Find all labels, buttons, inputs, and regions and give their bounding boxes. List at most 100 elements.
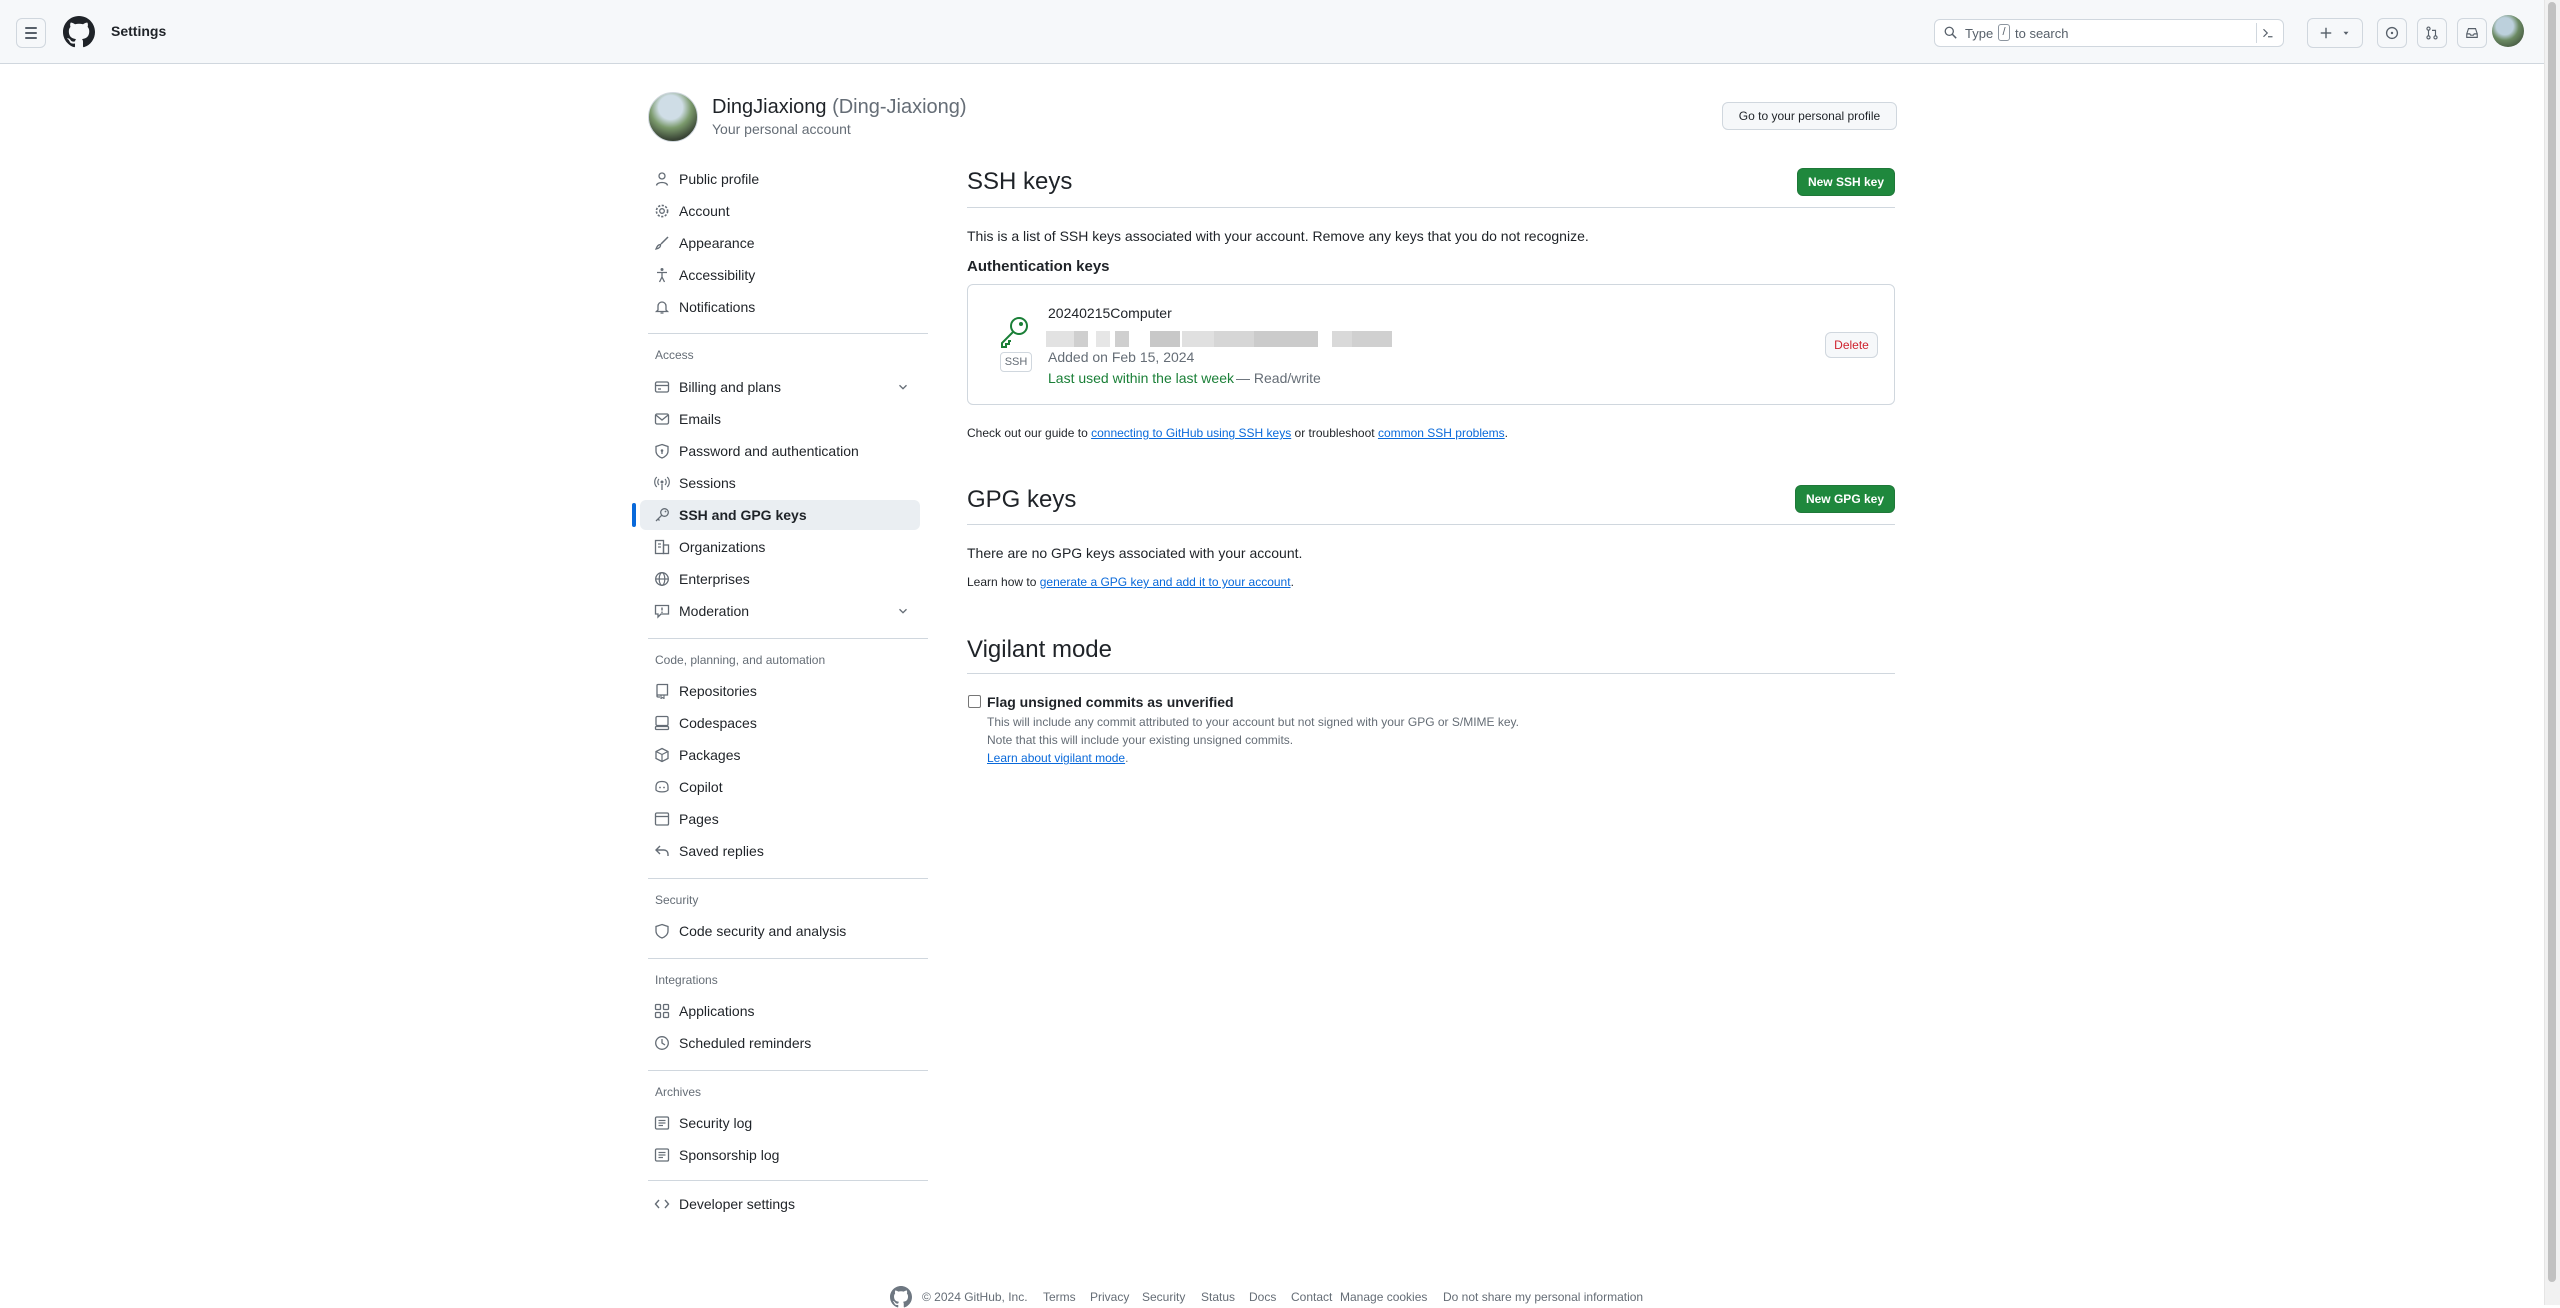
- search-input[interactable]: Type / to search: [1934, 19, 2284, 47]
- scrollbar-thumb[interactable]: [2548, 2, 2556, 1282]
- vigilant-learn: Learn about vigilant mode.: [987, 751, 1128, 765]
- mail-icon: [654, 413, 670, 425]
- sidebar-heading-archives: Archives: [655, 1085, 702, 1099]
- issues-button[interactable]: [2377, 18, 2407, 48]
- sidebar-item-label: Moderation: [679, 603, 750, 619]
- sidebar-item-appearance[interactable]: Appearance: [640, 228, 920, 258]
- sidebar-item-label: Account: [679, 203, 730, 219]
- person-icon: [655, 172, 669, 186]
- package-icon: [655, 747, 669, 763]
- active-indicator: [632, 503, 636, 527]
- gear-icon: [655, 204, 669, 218]
- sidebar-item-label: Developer settings: [679, 1196, 795, 1212]
- log-icon: [654, 1116, 670, 1130]
- guide-prefix: Check out our guide to: [967, 426, 1088, 440]
- vigilant-mode-label[interactable]: Flag unsigned commits as unverified: [987, 694, 1234, 710]
- vigilant-mode-title: Vigilant mode: [967, 636, 1112, 663]
- ssh-badge: SSH: [1000, 352, 1032, 372]
- sidebar-item-packages[interactable]: Packages: [640, 740, 920, 770]
- sidebar-item-notifications[interactable]: Notifications: [640, 292, 920, 322]
- footer-link-do-not-share[interactable]: Do not share my personal information: [1443, 1290, 1643, 1304]
- sidebar-item-label: Packages: [679, 747, 741, 763]
- sidebar-item-organizations[interactable]: Organizations: [640, 532, 920, 562]
- new-ssh-key-button[interactable]: New SSH key: [1797, 168, 1895, 196]
- sidebar-item-codespaces[interactable]: Codespaces: [640, 708, 920, 738]
- guide-middle: or troubleshoot: [1294, 426, 1375, 440]
- sidebar-item-ssh-gpg-keys[interactable]: SSH and GPG keys: [632, 500, 920, 530]
- sidebar-item-sessions[interactable]: Sessions: [640, 468, 920, 498]
- avatar[interactable]: [2492, 15, 2524, 47]
- pull-requests-button[interactable]: [2417, 18, 2447, 48]
- sidebar-item-accessibility[interactable]: Accessibility: [640, 260, 920, 290]
- sidebar-item-saved-replies[interactable]: Saved replies: [640, 836, 920, 866]
- gpg-learn-link[interactable]: generate a GPG key and add it to your ac…: [1040, 575, 1291, 589]
- vigilant-mode-checkbox[interactable]: [968, 695, 981, 708]
- footer-link-status[interactable]: Status: [1201, 1290, 1235, 1304]
- sidebar-item-label: Scheduled reminders: [679, 1035, 812, 1051]
- ssh-guide-link[interactable]: connecting to GitHub using SSH keys: [1091, 426, 1291, 440]
- footer-link-manage-cookies[interactable]: Manage cookies: [1340, 1290, 1427, 1304]
- ssh-troubleshoot-link[interactable]: common SSH problems: [1378, 426, 1505, 440]
- github-mark-icon[interactable]: [63, 16, 95, 48]
- issue-opened-icon: [2385, 26, 2399, 40]
- gpg-keys-title: GPG keys: [967, 486, 1077, 513]
- delete-ssh-key-button[interactable]: Delete: [1825, 332, 1878, 358]
- code-icon: [654, 1199, 670, 1209]
- sidebar-heading-access: Access: [655, 348, 694, 362]
- ssh-key-added-date: Added on Feb 15, 2024: [1048, 349, 1195, 365]
- sidebar-item-label: Public profile: [679, 171, 760, 187]
- create-new-button[interactable]: [2307, 18, 2363, 48]
- sidebar-item-billing[interactable]: Billing and plans: [640, 372, 920, 402]
- globe-icon: [655, 572, 669, 586]
- menu-icon[interactable]: [16, 18, 46, 48]
- sidebar-item-emails[interactable]: Emails: [640, 404, 920, 434]
- sidebar-item-copilot[interactable]: Copilot: [640, 772, 920, 802]
- profile-subtitle: Your personal account: [712, 121, 851, 137]
- sidebar-item-sponsorship-log[interactable]: Sponsorship log: [640, 1140, 920, 1170]
- apps-icon: [654, 1003, 670, 1019]
- reply-icon: [655, 845, 669, 856]
- inbox-button[interactable]: [2457, 18, 2487, 48]
- sidebar-item-pages[interactable]: Pages: [640, 804, 920, 834]
- ssh-description: This is a list of SSH keys associated wi…: [967, 228, 1589, 244]
- learn-prefix: Learn how to: [967, 575, 1037, 589]
- sidebar-item-moderation[interactable]: Moderation: [640, 596, 920, 626]
- go-to-profile-button[interactable]: Go to your personal profile: [1722, 102, 1897, 130]
- section-divider: [967, 207, 1895, 208]
- sidebar-item-code-security[interactable]: Code security and analysis: [640, 916, 920, 946]
- footer-link-docs[interactable]: Docs: [1249, 1290, 1276, 1304]
- profile-login: (Ding-Jiaxiong): [832, 96, 967, 118]
- footer-link-privacy[interactable]: Privacy: [1090, 1290, 1129, 1304]
- context-title[interactable]: Settings: [111, 23, 166, 39]
- sidebar-item-account[interactable]: Account: [640, 196, 920, 226]
- sidebar-item-password-authentication[interactable]: Password and authentication: [640, 436, 920, 466]
- sidebar-item-public-profile[interactable]: Public profile: [640, 164, 920, 194]
- sidebar-item-security-log[interactable]: Security log: [640, 1108, 920, 1138]
- sidebar-item-label: Codespaces: [679, 715, 757, 731]
- vigilant-learn-link[interactable]: Learn about vigilant mode: [987, 751, 1125, 765]
- sidebar-item-label: Password and authentication: [679, 443, 859, 459]
- footer-link-security[interactable]: Security: [1142, 1290, 1185, 1304]
- sidebar-item-scheduled-reminders[interactable]: Scheduled reminders: [640, 1028, 920, 1058]
- shield-lock-icon: [655, 443, 669, 459]
- profile-avatar: [648, 92, 698, 142]
- accessibility-icon: [657, 268, 667, 283]
- new-gpg-key-button[interactable]: New GPG key: [1795, 485, 1895, 513]
- paintbrush-icon: [654, 236, 669, 250]
- sidebar-item-developer-settings[interactable]: Developer settings: [640, 1189, 920, 1219]
- sidebar-item-label: Code security and analysis: [679, 923, 847, 939]
- sidebar-item-label: Notifications: [679, 299, 756, 315]
- sidebar-divider: [648, 333, 928, 334]
- footer-link-terms[interactable]: Terms: [1043, 1290, 1076, 1304]
- sidebar-divider: [648, 638, 928, 639]
- vertical-scrollbar[interactable]: [2544, 0, 2560, 1305]
- sidebar-item-applications[interactable]: Applications: [640, 996, 920, 1026]
- gpg-learn-text: Learn how to generate a GPG key and add …: [967, 575, 1294, 589]
- search-icon: [1944, 26, 1957, 39]
- triangle-down-icon: [2343, 31, 2349, 35]
- sidebar-item-repositories[interactable]: Repositories: [640, 676, 920, 706]
- profile-name[interactable]: DingJiaxiong (Ding-Jiaxiong): [712, 96, 967, 119]
- command-palette-icon[interactable]: [2256, 23, 2279, 43]
- sidebar-item-enterprises[interactable]: Enterprises: [640, 564, 920, 594]
- footer-link-contact[interactable]: Contact: [1291, 1290, 1332, 1304]
